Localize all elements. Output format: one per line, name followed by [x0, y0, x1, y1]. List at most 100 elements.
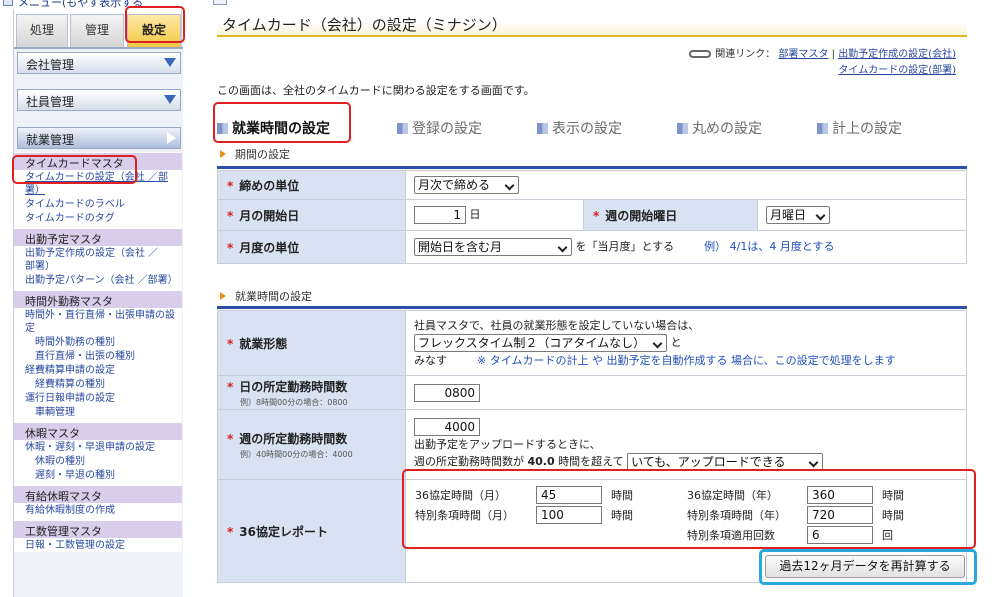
weekly-hours-label: * 週の所定勤務時間数 例）40時間00分の場合：4000	[217, 409, 406, 480]
year-36-unit: 時間	[882, 489, 904, 502]
work-form-select[interactable]: フレックスタイム制２（コアタイムなし）	[414, 334, 667, 352]
week-start-select[interactable]: 月曜日	[766, 206, 830, 224]
sp-month-label: 特別条項時間（月）	[415, 509, 514, 522]
sp-year-unit: 時間	[882, 509, 904, 522]
tab-registration-label: 登録の設定	[412, 121, 482, 137]
sp-count-input[interactable]: 6	[807, 526, 873, 544]
tab-worktime-label: 就業時間の設定	[232, 121, 330, 137]
month-start-label: * 月の開始日	[217, 199, 406, 231]
window-icon	[213, 0, 227, 5]
nav-group-title: 出勤予定マスタ	[14, 229, 182, 246]
weekly-line2c: 時間を超えて	[558, 455, 624, 468]
daily-hours-label-text: 日の所定勤務時間数	[239, 379, 348, 394]
sp-year-label: 特別条項時間（年）	[687, 509, 786, 522]
required-mark: *	[227, 208, 234, 223]
work-form-note: ※ タイムカードの計上 や 出勤予定を自動作成する 場合に、この設定で処理をしま…	[477, 354, 896, 367]
month-start-input[interactable]: 1	[414, 206, 466, 224]
nav-group-title: 工数管理マスタ	[14, 521, 182, 538]
sp-month-input[interactable]: 100	[536, 506, 602, 524]
period-section-title: 期間の設定	[220, 146, 290, 162]
year-36-label: 36協定時間（年）	[687, 489, 778, 502]
required-mark: *	[593, 208, 600, 223]
daily-hours-input[interactable]: 0800	[414, 383, 480, 402]
required-mark: *	[227, 524, 234, 539]
nav-item[interactable]: 出勤予定パターン（会社 ／部署）	[14, 273, 182, 287]
tab-processing[interactable]: 処理	[16, 14, 68, 47]
year-36-input[interactable]: 360	[807, 486, 873, 504]
nav-group-title: 休暇マスタ	[14, 423, 182, 440]
nav-group-title: 時間外勤務マスタ	[14, 291, 182, 308]
report-36-label-text: 36協定レポート	[239, 524, 328, 539]
section-employee[interactable]: 社員管理	[17, 89, 181, 111]
closing-unit-select[interactable]: 月次で締める	[414, 176, 519, 194]
weekly-hours-input[interactable]: 4000	[414, 418, 480, 436]
nav-group-title: タイムカードマスタ	[14, 153, 182, 170]
nav-item[interactable]: 日報・工数管理の設定	[14, 538, 182, 552]
nav-item[interactable]: 経費精算申請の設定	[14, 363, 182, 377]
link-icon	[689, 50, 712, 58]
page-root: メニュー(もやす表示する 処理 管理 設定 会社管理 社員管理 就業管理 タイム…	[0, 0, 1001, 597]
square-icon	[537, 123, 548, 134]
section-company-label: 会社管理	[26, 58, 75, 72]
month-unit-label: * 月度の単位	[217, 230, 406, 264]
upload-policy-select[interactable]: いても、アップロードできる	[627, 453, 824, 471]
link-timecard-dept[interactable]: タイムカードの設定(部署)	[838, 65, 956, 76]
week-start-label-text: 週の開始曜日	[605, 208, 678, 223]
related-label: 関連リンク：	[715, 49, 776, 60]
section-bar	[217, 306, 967, 309]
month-unit-select[interactable]: 開始日を含む月	[414, 238, 572, 256]
nav-item[interactable]: タイムカードのタグ	[14, 211, 182, 225]
nav-item[interactable]: 直行直帰・出張の種別	[14, 349, 182, 363]
section-bar	[217, 166, 967, 169]
section-attendance[interactable]: 就業管理	[17, 127, 181, 149]
square-icon	[817, 123, 828, 134]
intro-text: この画面は、全社のタイムカードに関わる設定をする画面です。	[217, 84, 535, 97]
month-36-input[interactable]: 45	[536, 486, 602, 504]
tab-worktime[interactable]: 就業時間の設定	[217, 118, 330, 138]
nav-item[interactable]: 休暇の種別	[14, 454, 182, 468]
link-department-master[interactable]: 部署マスタ	[778, 49, 828, 60]
nav-item[interactable]: 時間外・直行直帰・出張申請の設定	[14, 308, 182, 335]
worktime-title-text: 就業時間の設定	[235, 290, 312, 303]
month-start-label-text: 月の開始日	[239, 208, 300, 223]
work-form-label: * 就業形態	[217, 310, 406, 376]
nav-item[interactable]: 車輌管理	[14, 405, 182, 419]
nav-item[interactable]: 運行日報申請の設定	[14, 391, 182, 405]
related-links: 関連リンク： 部署マスタ | 出勤予定作成の設定(会社) タイムカードの設定(部…	[626, 47, 956, 79]
tab-display[interactable]: 表示の設定	[537, 118, 622, 138]
month-36-unit: 時間	[611, 489, 633, 502]
tab-display-label: 表示の設定	[552, 121, 622, 137]
nav-item[interactable]: 出勤予定作成の設定（会社 ／部署）	[14, 246, 164, 273]
nav-item[interactable]: 経費精算の種別	[14, 377, 182, 391]
nav-item[interactable]: 時間外勤務の種別	[14, 335, 182, 349]
sp-year-input[interactable]: 720	[807, 506, 873, 524]
triangle-icon	[220, 292, 226, 300]
tab-rounding[interactable]: 丸めの設定	[677, 118, 762, 138]
month-unit-example: 例） 4/1は、4 月度とする	[704, 240, 835, 253]
required-mark: *	[227, 178, 234, 193]
month-unit-label-text: 月度の単位	[239, 240, 300, 255]
work-form-line1: 社員マスタで、社員の就業形態を設定していない場合は、	[414, 319, 700, 332]
closing-unit-label: * 締めの単位	[217, 170, 406, 200]
tab-registration[interactable]: 登録の設定	[397, 118, 482, 138]
period-table: * 締めの単位 月次で締める * 月の開始日 1 日 * 週の開始曜日 月曜日 * 月度…	[217, 170, 967, 264]
chevron-down-icon	[164, 58, 176, 67]
nav-item[interactable]: 遅刻・早退の種別	[14, 468, 182, 482]
worktime-table: * 就業形態 社員マスタで、社員の就業形態を設定していない場合は、 フレックスタイ…	[217, 310, 967, 583]
weekly-hours-note: 例）40時間00分の場合：4000	[240, 449, 353, 459]
nav-item[interactable]: タイムカードのラベル	[14, 197, 182, 211]
tab-accounting[interactable]: 計上の設定	[817, 118, 902, 138]
nav-item[interactable]: タイムカードの設定（会社 ／部署）	[14, 170, 182, 197]
work-form-minasu: みなす	[414, 354, 447, 367]
tab-management[interactable]: 管理	[70, 14, 124, 47]
weekly-hours-cell: 4000 出勤予定をアップロードするときに、 週の所定勤務時間数が 40.0 時…	[405, 409, 967, 480]
nav-item[interactable]: 休暇・遅刻・早退申請の設定	[14, 440, 182, 454]
month-36-label: 36協定時間（月）	[415, 489, 506, 502]
tab-settings[interactable]: 設定	[127, 14, 181, 47]
recalculate-button[interactable]: 過去12ヶ月データを再計算する	[765, 555, 965, 578]
link-schedule-setting[interactable]: 出勤予定作成の設定(会社)	[838, 49, 956, 60]
daily-hours-note: 例）8時間00分の場合：0800	[240, 397, 348, 407]
section-company[interactable]: 会社管理	[17, 52, 181, 74]
nav-item[interactable]: 有給休暇制度の作成	[14, 503, 182, 517]
required-mark: *	[227, 431, 234, 446]
